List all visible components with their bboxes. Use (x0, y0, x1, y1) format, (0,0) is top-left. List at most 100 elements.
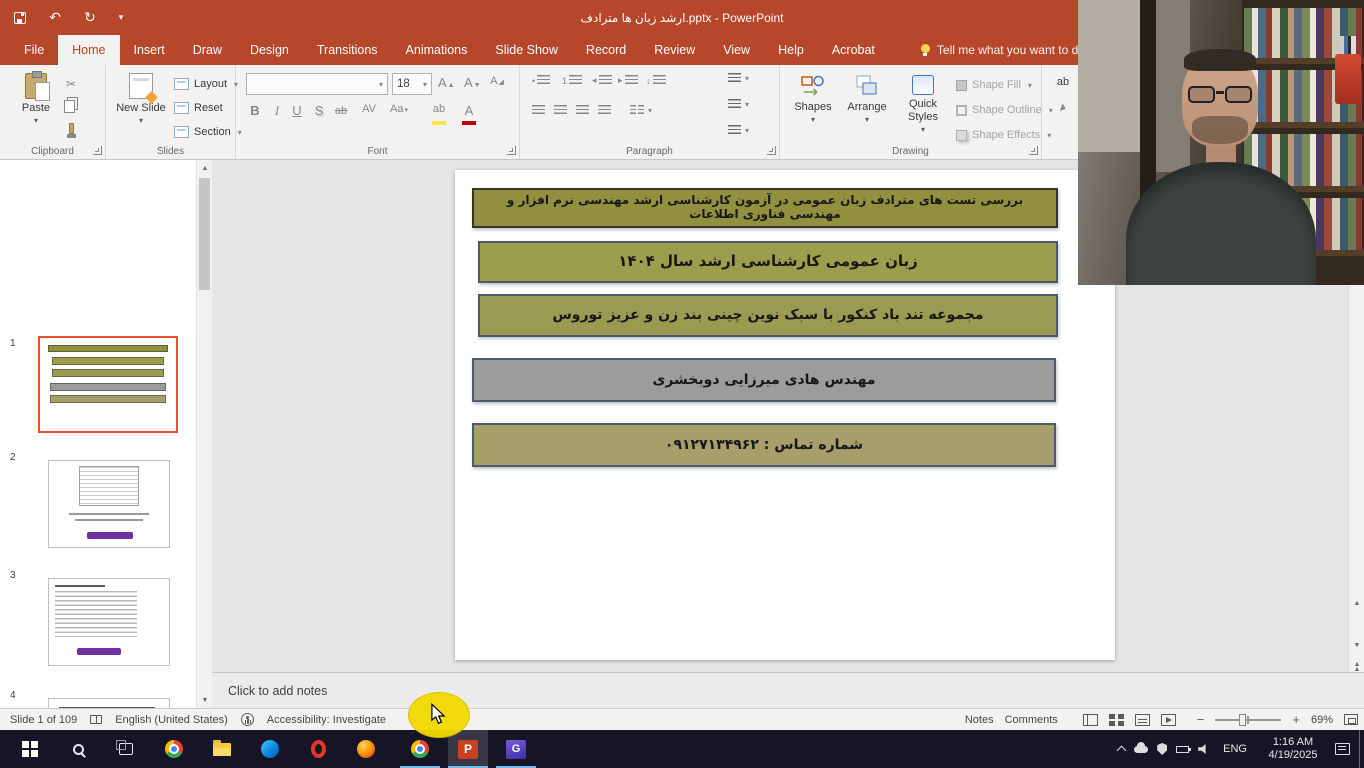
line-spacing-button[interactable]: ↕ (646, 75, 666, 86)
tab-insert[interactable]: Insert (120, 35, 179, 65)
action-center-icon[interactable] (1335, 743, 1350, 755)
format-painter-button[interactable] (62, 119, 80, 138)
tab-view[interactable]: View (709, 35, 764, 65)
tab-record[interactable]: Record (572, 35, 640, 65)
italic-button[interactable]: I (270, 103, 284, 121)
tab-slide-show[interactable]: Slide Show (481, 35, 572, 65)
spell-check-icon[interactable] (90, 715, 103, 724)
scroll-down-icon[interactable]: ▼ (197, 692, 213, 708)
clock[interactable]: 1:16 AM 4/19/2025 (1260, 736, 1326, 762)
normal-view-button[interactable] (1082, 713, 1098, 726)
language-indicator[interactable]: ENG (1219, 743, 1251, 755)
paste-button[interactable]: Paste ▾ (12, 70, 60, 146)
change-case-button[interactable]: Aa ▾ (390, 103, 408, 121)
strikethrough-button[interactable]: ab (334, 105, 348, 123)
shape-outline-button[interactable]: Shape Outline ▾ (956, 100, 1053, 120)
reset-button[interactable]: Reset (174, 98, 223, 118)
onedrive-icon[interactable] (1134, 741, 1149, 753)
justify-button[interactable] (598, 105, 611, 116)
underline-button[interactable]: U (290, 103, 304, 121)
taskbar-powerpoint[interactable] (448, 730, 488, 768)
slide-thumbnail-4[interactable] (48, 698, 170, 708)
slide-editor[interactable]: بررسی تست های مترادف زبان عمومی در آزمون… (455, 170, 1115, 660)
language-status[interactable]: English (United States) (115, 714, 228, 726)
text-shadow-button[interactable]: S (312, 103, 326, 121)
tab-transitions[interactable]: Transitions (303, 35, 392, 65)
notes-toggle[interactable]: Notes (965, 714, 994, 726)
font-name-select[interactable]: ▾ (246, 73, 388, 95)
slide-textbox-phone[interactable]: شماره تماس : ۰۹۱۲۷۱۳۴۹۶۲ (472, 423, 1056, 467)
clipboard-dialog-launcher[interactable] (93, 146, 102, 155)
slide-textbox-author[interactable]: مهندس هادی میرزایی دوبخشری (472, 358, 1056, 402)
numbering-button[interactable]: 1 (562, 75, 583, 86)
slide-sorter-view-button[interactable] (1108, 713, 1124, 726)
taskbar-g-app[interactable] (496, 730, 536, 768)
taskbar-file-explorer[interactable] (202, 730, 242, 768)
slide-thumbnail-1[interactable] (38, 336, 178, 433)
start-button[interactable] (10, 730, 50, 768)
shape-fill-button[interactable]: Shape Fill ▾ (956, 75, 1032, 95)
comments-toggle[interactable]: Comments (1005, 714, 1058, 726)
tab-draw[interactable]: Draw (179, 35, 236, 65)
slide-textbox-subtitle[interactable]: زبان عمومی کارشناسی ارشد سال ۱۴۰۴ (478, 241, 1058, 283)
section-button[interactable]: Section ▾ (174, 122, 242, 142)
zoom-out-button[interactable]: − (1197, 712, 1205, 727)
taskbar-firefox[interactable] (346, 730, 386, 768)
fit-slide-button[interactable] (1344, 714, 1358, 725)
bold-button[interactable]: B (248, 103, 262, 121)
scroll-up-icon[interactable]: ▲ (197, 160, 213, 176)
text-direction-button[interactable]: ▾ (728, 73, 749, 84)
shape-effects-button[interactable]: Shape Effects ▾ (956, 125, 1051, 145)
bullets-button[interactable]: • (532, 75, 551, 86)
slideshow-view-button[interactable] (1160, 713, 1176, 726)
tab-acrobat[interactable]: Acrobat (818, 35, 889, 65)
columns-button[interactable]: ▾ (630, 105, 652, 116)
scroll-down-icon[interactable]: ▼ (1349, 637, 1364, 653)
taskbar-opera[interactable] (298, 730, 338, 768)
drawing-dialog-launcher[interactable] (1029, 146, 1038, 155)
align-left-button[interactable] (532, 105, 545, 116)
zoom-slider-thumb[interactable] (1239, 713, 1247, 726)
tab-design[interactable]: Design (236, 35, 303, 65)
reading-view-button[interactable] (1134, 713, 1150, 726)
battery-icon[interactable] (1176, 745, 1192, 753)
convert-smartart-button[interactable]: ▾ (728, 125, 749, 136)
align-text-button[interactable]: ▾ (728, 99, 749, 110)
paragraph-dialog-launcher[interactable] (767, 146, 776, 155)
speaker-icon[interactable] (1198, 743, 1206, 755)
tray-expand-icon[interactable] (1116, 745, 1127, 756)
font-dialog-launcher[interactable] (507, 146, 516, 155)
thumbnail-scrollbar[interactable]: ▲ ▼ (196, 160, 212, 708)
new-slide-button[interactable]: New Slide ▾ (114, 70, 168, 146)
notes-pane[interactable]: Click to add notes (212, 672, 1364, 708)
accessibility-status[interactable]: Accessibility: Investigate (267, 714, 386, 726)
scroll-up-icon[interactable]: ▲ (1349, 595, 1364, 611)
align-center-button[interactable] (554, 105, 567, 116)
tab-review[interactable]: Review (640, 35, 709, 65)
tab-home[interactable]: Home (58, 35, 120, 65)
slide-textbox-title[interactable]: بررسی تست های مترادف زبان عمومی در آزمون… (472, 188, 1058, 228)
scrollbar-thumb[interactable] (199, 178, 210, 290)
taskbar-edge[interactable] (250, 730, 290, 768)
select-button[interactable] (1054, 99, 1072, 117)
increase-font-button[interactable]: A ▲ (438, 75, 455, 93)
highlight-color-button[interactable]: ab (432, 103, 446, 125)
tab-animations[interactable]: Animations (392, 35, 482, 65)
show-desktop-button[interactable] (1359, 730, 1362, 768)
align-right-button[interactable] (576, 105, 589, 116)
zoom-slider[interactable] (1215, 713, 1282, 726)
increase-indent-button[interactable]: ▸ (618, 75, 638, 86)
clear-formatting-button[interactable]: A ◢ (490, 75, 504, 93)
slide-thumbnail-3[interactable] (48, 578, 170, 666)
tell-me-box[interactable]: Tell me what you want to do (911, 35, 1095, 65)
taskbar-search-button[interactable] (58, 730, 98, 768)
slide-thumbnail-2[interactable] (48, 460, 170, 548)
arrange-button[interactable]: Arrange ▾ (842, 70, 892, 146)
decrease-indent-button[interactable]: ◂ (592, 75, 612, 86)
security-icon[interactable] (1157, 743, 1168, 755)
quick-styles-button[interactable]: Quick Styles ▾ (896, 70, 950, 146)
font-color-button[interactable]: A (462, 103, 476, 125)
zoom-level[interactable]: 69% (1311, 714, 1333, 726)
character-spacing-button[interactable]: AV (362, 103, 376, 121)
layout-button[interactable]: Layout ▾ (174, 74, 238, 94)
